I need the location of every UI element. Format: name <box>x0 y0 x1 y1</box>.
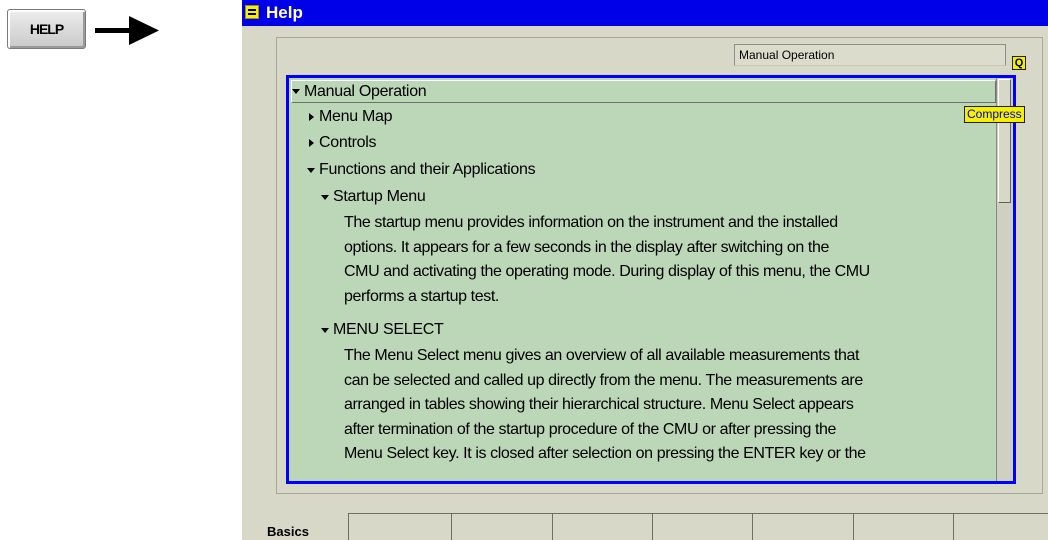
q-hotkey-badge[interactable]: Q <box>1012 56 1026 70</box>
collapsed-triangle-icon <box>309 113 314 121</box>
compress-hotkey-badge[interactable]: Compress <box>964 106 1025 123</box>
text-line: can be selected and called up directly f… <box>344 371 863 389</box>
text-line: after termination of the startup procedu… <box>344 420 837 438</box>
text-line: arranged in tables showing their hierarc… <box>344 396 854 413</box>
startup-menu-description: The startup menu provides information on… <box>344 211 1004 309</box>
tree-node-menu-select[interactable]: MENU SELECT <box>321 318 444 342</box>
arrow-right-icon <box>95 16 159 45</box>
title-bar: Help <box>242 0 1048 26</box>
softkey-4[interactable] <box>552 513 652 540</box>
tree-node-manual-operation[interactable]: Manual Operation <box>291 80 996 103</box>
collapsed-triangle-icon <box>309 139 314 147</box>
help-tree-view[interactable]: Manual Operation Menu Map Controls Funct… <box>286 75 1016 484</box>
softkey-5[interactable] <box>652 513 752 540</box>
tree-node-label: Functions and their Applications <box>319 161 536 178</box>
window-menu-icon[interactable] <box>245 5 259 19</box>
path-label: Manual Operation <box>734 44 1006 66</box>
expanded-triangle-icon <box>307 167 315 173</box>
expanded-triangle-icon <box>321 194 329 200</box>
text-line: options. It appears for a few seconds in… <box>344 238 829 256</box>
text-line: CMU and activating the operating mode. D… <box>344 263 870 280</box>
tree-node-label: Controls <box>319 134 377 151</box>
expanded-triangle-icon <box>321 327 329 333</box>
vertical-scrollbar[interactable] <box>996 78 1013 481</box>
text-line: The startup menu provides information on… <box>344 214 838 231</box>
tree-node-functions[interactable]: Functions and their Applications <box>307 158 536 182</box>
softkey-2[interactable] <box>348 513 451 540</box>
text-line: Menu Select key. It is closed after sele… <box>344 445 866 462</box>
softkey-bar: Basics <box>242 513 1048 540</box>
tree-node-controls[interactable]: Controls <box>307 131 376 155</box>
tree-node-label: MENU SELECT <box>333 321 444 338</box>
scrollbar-thumb[interactable] <box>998 79 1011 203</box>
help-key-button[interactable]: HELP <box>7 9 86 49</box>
text-line: performs a startup test. <box>344 287 499 305</box>
tree-node-label: Startup Menu <box>333 188 426 205</box>
window-title: Help <box>266 3 303 22</box>
help-window: Help Manual Operation Q Compress Manual … <box>242 0 1048 540</box>
expanded-triangle-icon <box>292 89 300 94</box>
softkey-8[interactable] <box>953 513 1048 540</box>
text-line: The Menu Select menu gives an overview o… <box>344 347 860 364</box>
softkey-7[interactable] <box>853 513 953 540</box>
softkey-6[interactable] <box>752 513 853 540</box>
softkey-3[interactable] <box>451 513 552 540</box>
tree-node-startup-menu[interactable]: Startup Menu <box>321 185 426 209</box>
tree-node-label: Menu Map <box>319 108 393 125</box>
menu-select-description: The Menu Select menu gives an overview o… <box>344 344 1004 467</box>
tree-node-menu-map[interactable]: Menu Map <box>307 105 393 129</box>
tree-node-label: Manual Operation <box>304 82 427 100</box>
softkey-basics[interactable]: Basics <box>242 513 348 540</box>
